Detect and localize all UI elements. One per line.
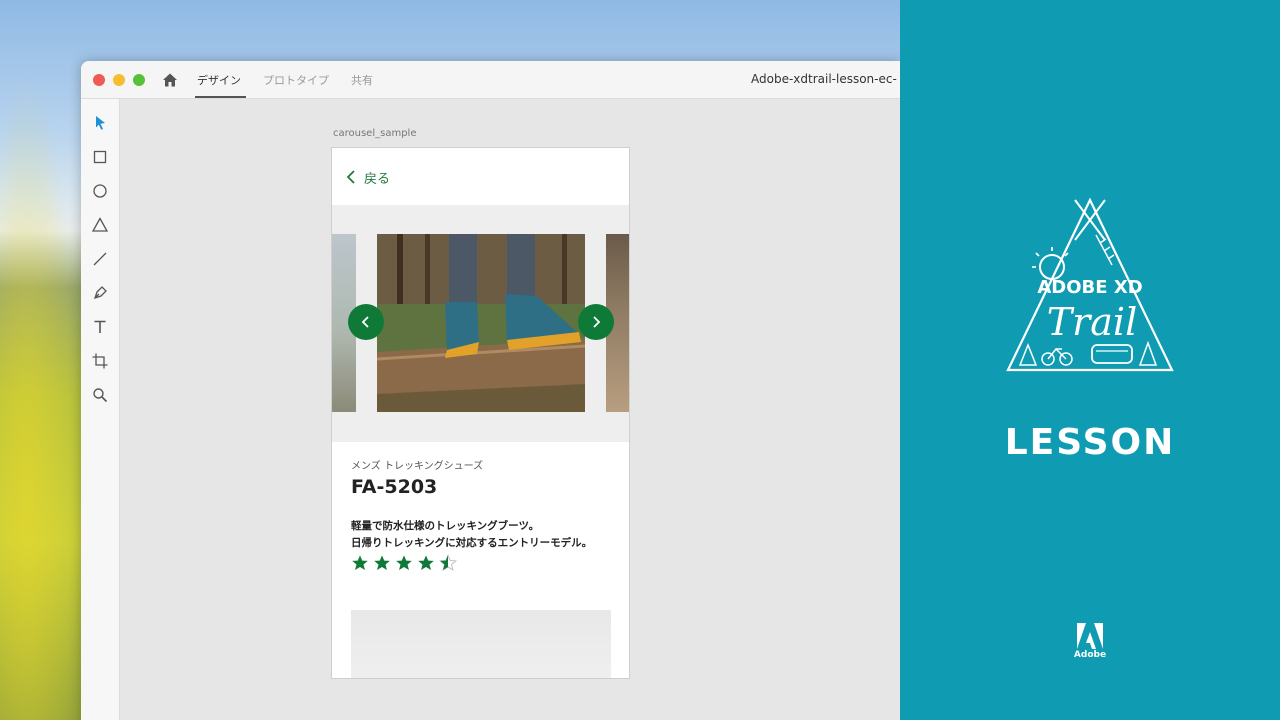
line-icon[interactable]: [91, 250, 109, 268]
active-tab-indicator: [195, 96, 246, 98]
description-line: 軽量で防水仕様のトレッキングブーツ。: [351, 520, 540, 532]
product-category: メンズ トレッキングシューズ: [351, 461, 484, 472]
carousel-next-button[interactable]: [578, 304, 614, 340]
text-icon[interactable]: [91, 318, 109, 336]
document-title: Adobe-xdtrail-lesson-ec-: [751, 72, 897, 86]
star-filled-icon: [418, 555, 434, 571]
pen-icon[interactable]: [91, 284, 109, 302]
zoom-icon[interactable]: [91, 386, 109, 404]
product-carousel[interactable]: [332, 205, 629, 442]
logo-title: ADOBE XD: [1037, 277, 1142, 298]
star-filled-icon: [352, 555, 368, 571]
image-placeholder: [351, 610, 611, 678]
brand-panel: ADOBE XD Trail LESSON Adobe: [900, 0, 1280, 720]
adobe-xd-trail-logo: ADOBE XD Trail: [1006, 197, 1174, 372]
carousel-current-slide: [377, 234, 585, 412]
carousel-prev-button[interactable]: [348, 304, 384, 340]
logo-subtitle: Trail: [1047, 300, 1137, 344]
design-canvas[interactable]: carousel_sample 戻る メンズ トレッキングシューズ FA-520…: [120, 99, 900, 720]
back-label: 戻る: [364, 171, 391, 187]
polygon-icon[interactable]: [91, 216, 109, 234]
rating-stars: [351, 554, 457, 572]
tab-share[interactable]: 共有: [351, 72, 373, 88]
star-half-icon: [439, 554, 457, 571]
hiking-boots-photo: [377, 234, 585, 412]
tool-bar: [81, 99, 120, 720]
maximize-window-button[interactable]: [133, 74, 145, 86]
close-window-button[interactable]: [93, 74, 105, 86]
home-icon[interactable]: [161, 71, 179, 89]
minimize-window-button[interactable]: [113, 74, 125, 86]
lesson-label: LESSON: [1004, 422, 1176, 463]
star-filled-icon: [374, 555, 390, 571]
star-filled-icon: [396, 555, 412, 571]
description-line: 日帰りトレッキングに対応するエントリーモデル。: [351, 537, 593, 549]
product-name: FA-5203: [351, 476, 438, 498]
select-icon[interactable]: [91, 114, 109, 132]
tab-prototype[interactable]: プロトタイプ: [263, 72, 329, 88]
tab-design[interactable]: デザイン: [197, 72, 241, 88]
rectangle-icon[interactable]: [91, 148, 109, 166]
artboard-icon[interactable]: [91, 352, 109, 370]
title-bar: デザイン プロトタイプ 共有 Adobe-xdtrail-lesson-ec-: [81, 61, 900, 99]
artboard[interactable]: 戻る メンズ トレッキングシューズ FA-5203 軽量で防水仕様のトレッキング…: [331, 147, 630, 679]
app-window: デザイン プロトタイプ 共有 Adobe-xdtrail-lesson-ec-: [81, 61, 900, 720]
product-description: 軽量で防水仕様のトレッキングブーツ。 日帰りトレッキングに対応するエントリーモデ…: [351, 518, 592, 552]
chevron-right-icon: [593, 316, 601, 328]
artboard-label[interactable]: carousel_sample: [333, 128, 416, 139]
back-link[interactable]: 戻る: [346, 168, 391, 187]
chevron-left-icon: [346, 170, 355, 184]
adobe-label: Adobe: [1073, 650, 1107, 660]
chevron-left-icon: [361, 316, 369, 328]
ellipse-icon[interactable]: [91, 182, 109, 200]
adobe-logo-icon: [1077, 623, 1103, 649]
